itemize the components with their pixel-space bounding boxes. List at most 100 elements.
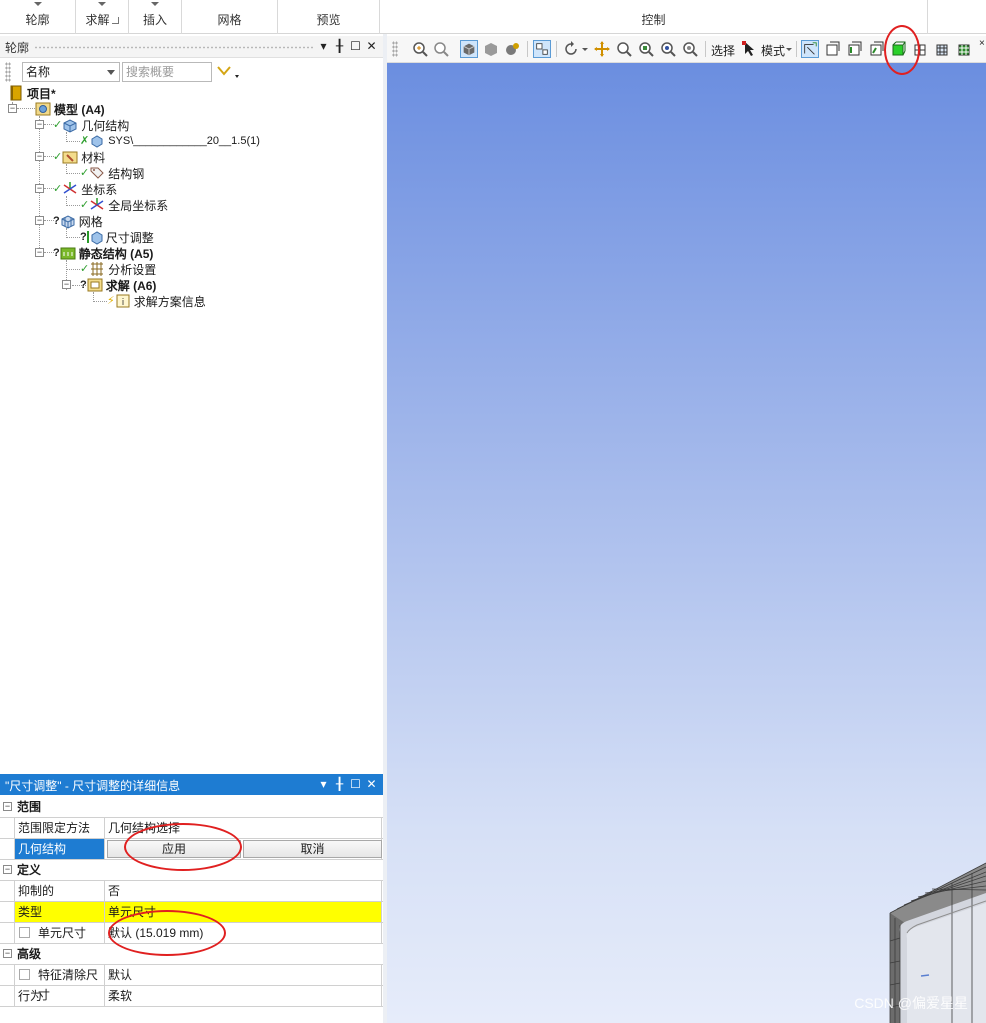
tree-item-mesh[interactable]: ? 网格 bbox=[53, 213, 103, 229]
wireframe-cube-icon[interactable] bbox=[482, 40, 500, 58]
chevron-down-icon[interactable] bbox=[784, 40, 794, 58]
solution-icon bbox=[87, 277, 103, 293]
tree-item-geometry-part[interactable]: ✗ SYS\____________20__1.5(1) bbox=[80, 133, 260, 149]
pin-icon[interactable]: ╂ bbox=[334, 38, 345, 54]
ribbon-group-outline[interactable]: 轮廓 bbox=[0, 0, 76, 34]
collapse-toggle[interactable]: − bbox=[62, 280, 71, 289]
toolbar-overflow-icon[interactable]: × bbox=[979, 38, 985, 49]
tree-item-analysis-settings[interactable]: ✓ 分析设置 bbox=[80, 261, 156, 277]
tree-item-global-cs[interactable]: ✓ 全局坐标系 bbox=[80, 197, 168, 213]
zoom-in-icon[interactable] bbox=[411, 40, 429, 58]
select-mode-icon[interactable] bbox=[801, 40, 819, 58]
property-value[interactable]: 默认 bbox=[105, 965, 382, 985]
panel-menu-icon[interactable]: ▾ bbox=[318, 38, 329, 54]
collapse-toggle[interactable]: − bbox=[35, 184, 44, 193]
row-suppressed[interactable]: 抑制的 否 bbox=[0, 881, 383, 902]
model-geometry[interactable] bbox=[387, 63, 986, 1023]
check-x-icon: ✗ bbox=[80, 135, 90, 147]
chevron-down-icon[interactable] bbox=[580, 40, 590, 58]
select-vertex-icon[interactable] bbox=[824, 40, 842, 58]
name-filter-select[interactable]: 名称 bbox=[22, 62, 120, 82]
project-book-icon bbox=[8, 85, 24, 101]
graphics-viewport[interactable]: CSDN @偏爱星星 bbox=[387, 63, 986, 1023]
part-icon bbox=[89, 133, 105, 149]
lightning-icon: ⚡ bbox=[107, 295, 115, 307]
close-icon[interactable]: ✕ bbox=[366, 776, 377, 792]
chevron-down-icon bbox=[107, 70, 115, 75]
geometry-icon bbox=[62, 117, 78, 133]
maximize-icon[interactable]: ☐ bbox=[350, 776, 361, 792]
cancel-button[interactable]: 取消 bbox=[243, 840, 382, 858]
annotation-circle bbox=[108, 910, 226, 956]
property-value[interactable]: 柔软 bbox=[105, 986, 382, 1006]
annotation-circle bbox=[884, 25, 920, 75]
shaded-cube-icon[interactable] bbox=[460, 40, 478, 58]
tree-item-label: 模型 (A4) bbox=[54, 102, 105, 117]
details-panel-header: "尺寸调整" - 尺寸调整的详细信息 ▾ ╂ ☐ ✕ bbox=[0, 774, 383, 795]
panel-menu-icon[interactable]: ▾ bbox=[318, 776, 329, 792]
ribbon: 轮廓 求解 插入 网格 预览 控制 bbox=[0, 0, 986, 34]
tree-item-label: 静态结构 (A5) bbox=[78, 246, 154, 261]
outline-search-input[interactable] bbox=[122, 62, 212, 82]
maximize-icon[interactable]: ☐ bbox=[350, 38, 361, 54]
pan-icon[interactable] bbox=[593, 40, 611, 58]
dialog-launcher-icon[interactable] bbox=[111, 17, 119, 24]
row-defeature-size[interactable]: 特征清除尺寸 默认 bbox=[0, 965, 383, 1002]
tree-item-materials[interactable]: ✓ 材料 bbox=[53, 149, 105, 165]
magnifier-icon[interactable] bbox=[681, 40, 699, 58]
mode-label[interactable]: 模式 bbox=[761, 42, 785, 59]
tree-item-structural-steel[interactable]: ✓ 结构钢 bbox=[80, 165, 144, 181]
question-icon: ? bbox=[80, 231, 87, 243]
grip-dots[interactable] bbox=[34, 46, 313, 49]
tree-item-coordinate-systems[interactable]: ✓ 坐标系 bbox=[53, 181, 117, 197]
display-style-icon[interactable] bbox=[504, 40, 522, 58]
filter-expand-icon[interactable] bbox=[216, 64, 244, 80]
tree-item-sizing[interactable]: ? 尺寸调整 bbox=[80, 229, 154, 245]
coordinate-system-icon bbox=[89, 197, 105, 213]
fit-box-icon[interactable] bbox=[533, 40, 551, 58]
collapse-toggle[interactable]: − bbox=[35, 152, 44, 161]
ribbon-group-label: 网格 bbox=[217, 13, 242, 27]
tree-item-static-structural[interactable]: ? 静态结构 (A5) bbox=[53, 245, 153, 261]
rotate-icon[interactable] bbox=[562, 40, 580, 58]
chevron-down-icon[interactable] bbox=[151, 2, 159, 6]
select-label[interactable]: 选择 bbox=[711, 42, 735, 59]
chevron-down-icon[interactable] bbox=[98, 2, 106, 6]
ribbon-group-mesh[interactable]: 网格 bbox=[182, 0, 278, 34]
section-scope[interactable]: − 范围 bbox=[0, 797, 383, 818]
sizing-icon bbox=[86, 229, 103, 245]
section-label: 范围 bbox=[17, 800, 42, 814]
select-mesh-icon[interactable] bbox=[934, 40, 952, 58]
close-icon[interactable]: ✕ bbox=[366, 38, 377, 54]
grip-dots[interactable] bbox=[392, 41, 398, 57]
ribbon-group-solve[interactable]: 求解 bbox=[76, 0, 129, 34]
grip-dots[interactable] bbox=[5, 62, 11, 82]
tree-item-solution-info[interactable]: ⚡ i 求解方案信息 bbox=[107, 293, 206, 309]
cursor-icon[interactable] bbox=[741, 40, 759, 58]
box-zoom-icon[interactable] bbox=[637, 40, 655, 58]
ribbon-group-insert[interactable]: 插入 bbox=[129, 0, 182, 34]
tree-item-model[interactable]: 模型 (A4) bbox=[35, 101, 105, 117]
property-value[interactable]: 否 bbox=[105, 881, 382, 901]
collapse-toggle[interactable]: − bbox=[35, 248, 44, 257]
property-label: 几何结构 bbox=[14, 839, 105, 859]
tree-item-solution[interactable]: ? 求解 (A6) bbox=[80, 277, 156, 293]
property-label: 类型 bbox=[14, 902, 105, 922]
row-behavior[interactable]: 行为 柔软 bbox=[0, 986, 383, 1007]
select-element-face-icon[interactable] bbox=[956, 40, 974, 58]
zoom-out-icon[interactable] bbox=[432, 40, 450, 58]
select-edge-icon[interactable] bbox=[846, 40, 864, 58]
svg-text:i: i bbox=[121, 298, 124, 308]
collapse-toggle[interactable]: − bbox=[8, 104, 17, 113]
collapse-toggle[interactable]: − bbox=[35, 120, 44, 129]
tree-item-project[interactable]: 项目* bbox=[8, 85, 56, 101]
zoom-to-fit-icon[interactable] bbox=[659, 40, 677, 58]
zoom-icon[interactable] bbox=[615, 40, 633, 58]
check-icon: ✓ bbox=[80, 199, 90, 211]
chevron-down-icon[interactable] bbox=[33, 2, 42, 6]
collapse-toggle[interactable]: − bbox=[35, 216, 44, 225]
pin-icon[interactable]: ╂ bbox=[334, 776, 345, 792]
ribbon-group-preview[interactable]: 预览 bbox=[278, 0, 380, 34]
ribbon-group-controls[interactable]: 控制 bbox=[380, 0, 928, 34]
tree-item-geometry[interactable]: ✓ 几何结构 bbox=[53, 117, 129, 133]
